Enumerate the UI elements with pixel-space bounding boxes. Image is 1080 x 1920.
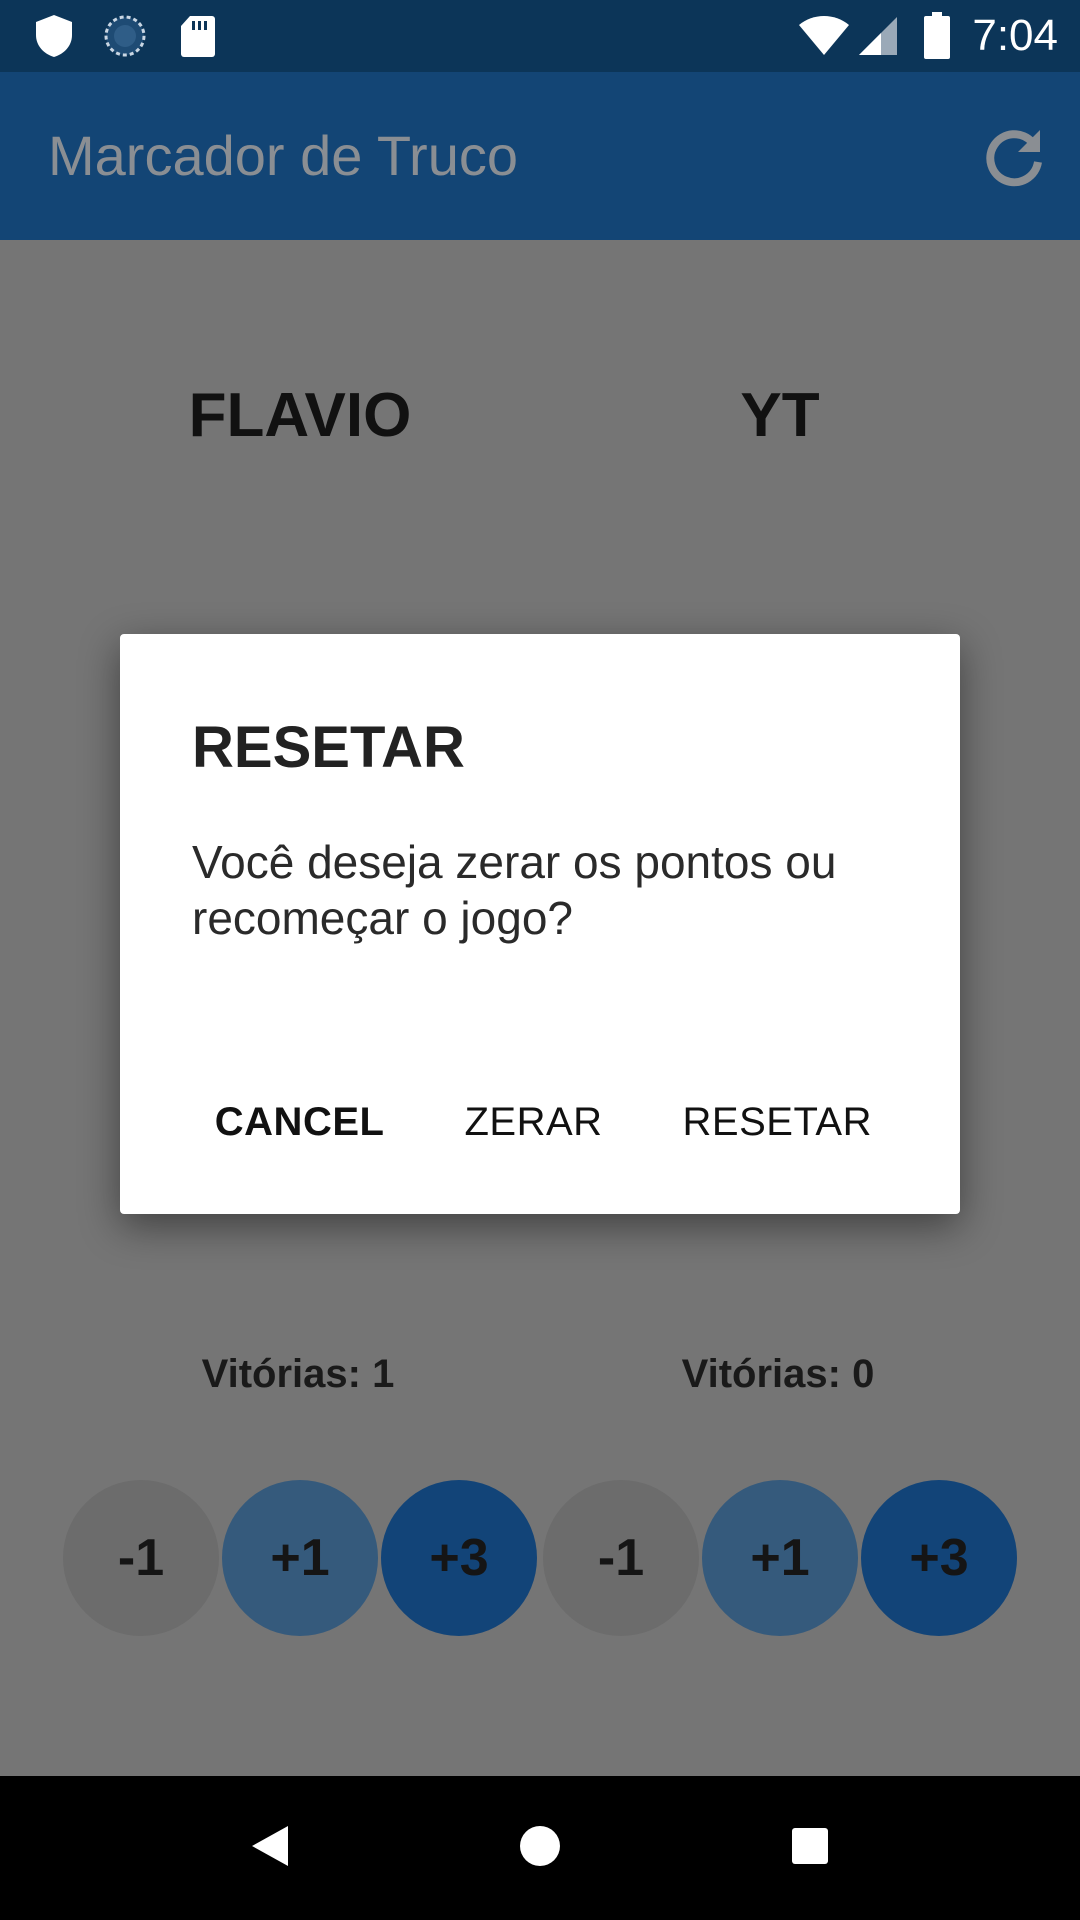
- plus-one-button-left[interactable]: +1: [222, 1480, 378, 1636]
- app-title: Marcador de Truco: [48, 124, 518, 187]
- refresh-icon: [980, 130, 1048, 194]
- dialog-actions: CANCEL ZERAR RESETAR: [175, 1082, 912, 1162]
- signal-icon: [856, 0, 900, 72]
- battery-icon: [920, 0, 954, 72]
- sd-card-icon: [176, 0, 220, 72]
- plus-three-button-left[interactable]: +3: [381, 1480, 537, 1636]
- recents-button[interactable]: [778, 1816, 842, 1880]
- status-bar: 7:04: [0, 0, 1080, 72]
- back-button[interactable]: [238, 1816, 302, 1880]
- refresh-button[interactable]: [980, 122, 1048, 190]
- recents-icon: [790, 1826, 830, 1871]
- cancel-button[interactable]: CANCEL: [175, 1082, 425, 1162]
- victories-left: Vitórias: 1: [201, 1352, 395, 1396]
- plus-one-button-right[interactable]: +1: [702, 1480, 858, 1636]
- team-name-right: YT: [740, 381, 820, 450]
- wifi-icon: [796, 0, 852, 72]
- app-bar: Marcador de Truco: [0, 72, 1080, 240]
- home-button[interactable]: [508, 1816, 572, 1880]
- team-name-left: FLAVIO: [188, 381, 412, 450]
- victories-right: Vitórias: 0: [681, 1352, 875, 1396]
- dialog-title: RESETAR: [192, 715, 465, 780]
- minus-one-button-right[interactable]: -1: [543, 1480, 699, 1636]
- home-icon: [518, 1824, 562, 1873]
- plus-three-button-right[interactable]: +3: [861, 1480, 1017, 1636]
- navigation-bar: [0, 1776, 1080, 1920]
- dialog-message: Você deseja zerar os pontos ou recomeçar…: [192, 836, 837, 944]
- shield-icon: [30, 0, 78, 72]
- reset-dialog: RESETAR Você deseja zerar os pontos ou r…: [120, 634, 960, 1214]
- zerar-button[interactable]: ZERAR: [424, 1082, 642, 1162]
- status-time: 7:04: [972, 11, 1058, 60]
- back-icon: [248, 1823, 292, 1874]
- resetar-button[interactable]: RESETAR: [643, 1082, 912, 1162]
- minus-one-button-left[interactable]: -1: [63, 1480, 219, 1636]
- sync-icon: [100, 0, 150, 72]
